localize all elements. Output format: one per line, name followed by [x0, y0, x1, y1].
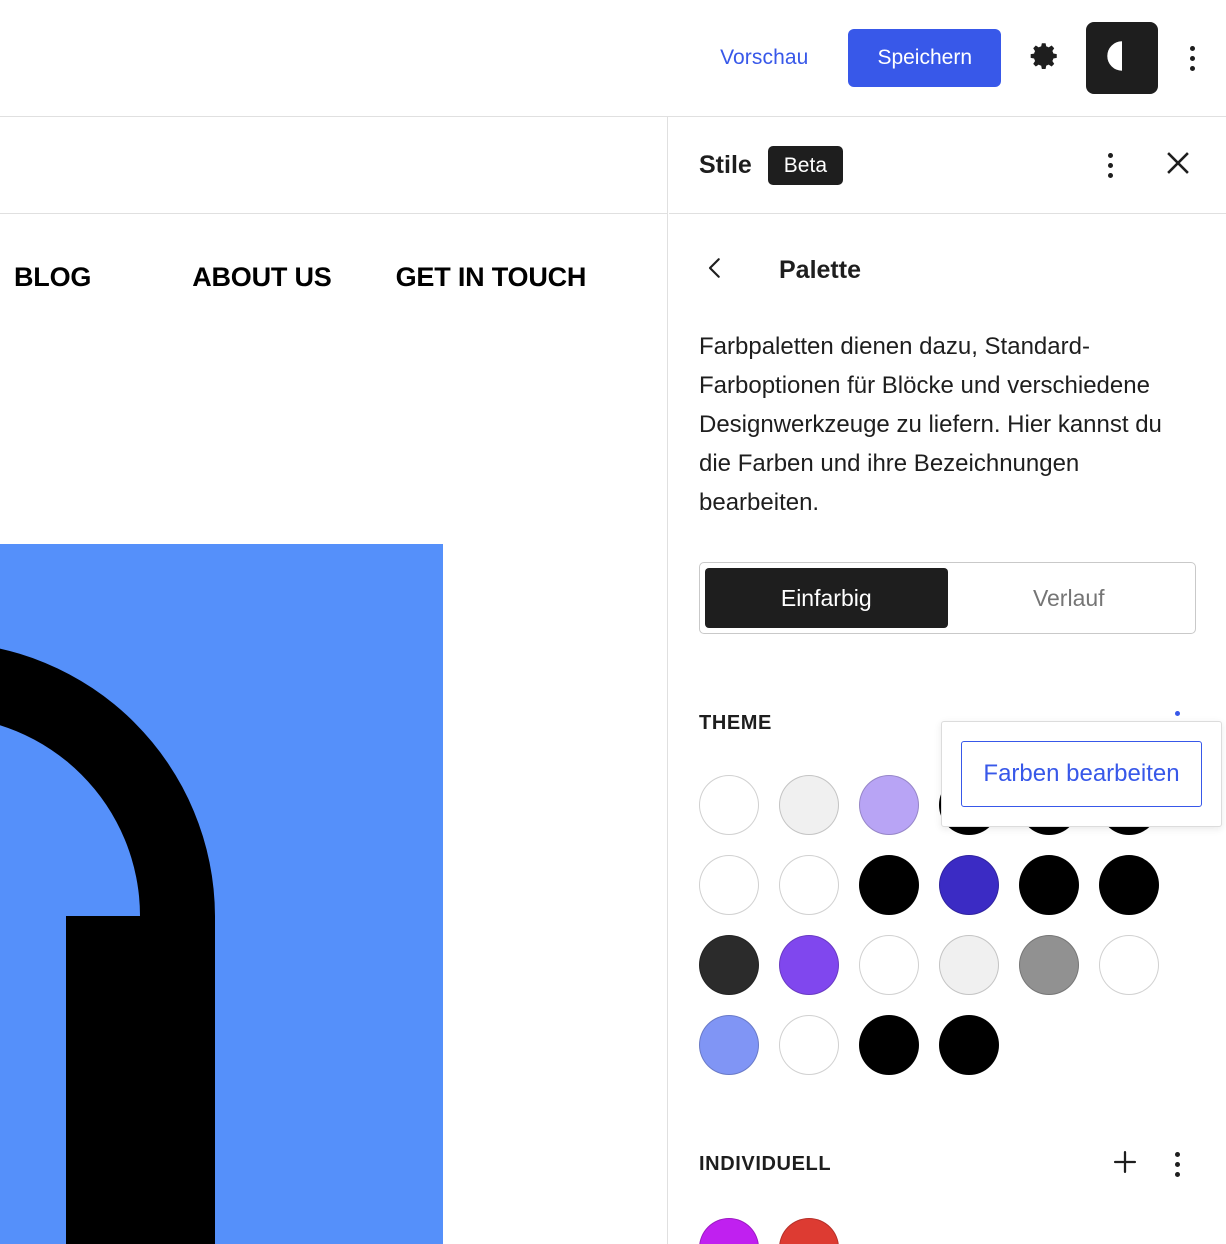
swatch-indigo[interactable]: [939, 855, 999, 916]
preview-button[interactable]: Vorschau: [704, 36, 824, 80]
tab-einfarbig[interactable]: Einfarbig: [705, 568, 948, 629]
nav-link-blog[interactable]: BLOG: [14, 262, 91, 293]
palette-description: Farbpaletten dienen dazu, Standard-Farbo…: [699, 333, 1162, 516]
swatch-magenta[interactable]: [699, 1218, 759, 1244]
swatch-purple[interactable]: [779, 935, 839, 996]
swatch-periwinkle[interactable]: [699, 1015, 759, 1076]
plus-icon: [1108, 1145, 1142, 1184]
top-toolbar: Vorschau Speichern: [0, 0, 1226, 117]
custom-options-button[interactable]: [1154, 1138, 1200, 1190]
swatch-white-6[interactable]: [779, 1015, 839, 1076]
swatch-light-purple[interactable]: [859, 775, 919, 836]
custom-swatch-grid: [699, 1218, 1226, 1244]
sidebar-header: Stile Beta: [669, 117, 1226, 214]
kebab-dot-2: [1107, 162, 1113, 168]
settings-button[interactable]: [1019, 33, 1069, 83]
swatch-red[interactable]: [779, 1218, 839, 1244]
tab-verlauf[interactable]: Verlauf: [948, 568, 1191, 628]
nav-link-about-us[interactable]: ABOUT US: [192, 262, 332, 293]
swatch-black-4[interactable]: [859, 855, 919, 916]
styles-sidebar: Stile Beta Palette Farbpaletten dienen d…: [669, 117, 1226, 1244]
sidebar-more-button[interactable]: [1086, 137, 1134, 193]
nav-link-get-in-touch[interactable]: GET IN TOUCH: [396, 262, 587, 293]
swatch-white-3[interactable]: [779, 855, 839, 916]
kebab-dot-3: [1189, 65, 1195, 71]
kebab-dot-3: [1107, 172, 1113, 178]
sidebar-title: Stile: [699, 150, 752, 179]
add-color-button[interactable]: [1102, 1141, 1148, 1187]
theme-section-title: THEME: [699, 711, 772, 734]
panel-navigation: Palette: [669, 214, 1226, 292]
swatch-white-4[interactable]: [859, 935, 919, 996]
back-button[interactable]: [693, 248, 737, 292]
swatch-off-white[interactable]: [939, 935, 999, 996]
kebab-dot-1: [1189, 45, 1195, 51]
kebab-dot-2: [1174, 1161, 1180, 1167]
kebab-dot-2: [1189, 55, 1195, 61]
custom-section-header: INDIVIDUELL: [699, 1138, 1200, 1190]
kebab-dot-1: [1107, 152, 1113, 158]
chevron-left-icon: [700, 253, 730, 288]
kebab-dot-3: [1174, 1171, 1180, 1177]
edit-colors-popover: Farben bearbeiten: [941, 721, 1222, 827]
close-x-icon: [1161, 146, 1195, 185]
close-sidebar-button[interactable]: [1152, 139, 1204, 191]
beta-badge: Beta: [767, 145, 843, 185]
site-header-strip: [0, 117, 667, 214]
kebab-dot-1: [1174, 1151, 1180, 1157]
swatch-black-5[interactable]: [1019, 855, 1079, 916]
site-navigation: BLOG ABOUT US GET IN TOUCH: [0, 214, 667, 293]
custom-section-title: INDIVIDUELL: [699, 1152, 832, 1175]
kebab-dot-1: [1174, 710, 1180, 716]
swatch-black-7[interactable]: [859, 1015, 919, 1076]
swatch-light-gray[interactable]: [779, 775, 839, 836]
page-title: Palette: [779, 255, 861, 284]
swatch-black-6[interactable]: [1099, 855, 1159, 916]
gear-icon: [1027, 39, 1061, 78]
swatch-dark-gray[interactable]: [699, 935, 759, 996]
swatch-mid-gray[interactable]: [1019, 935, 1079, 996]
save-button[interactable]: Speichern: [848, 29, 1001, 87]
hero-image-block[interactable]: [0, 544, 443, 1244]
contrast-half-circle-icon: [1101, 35, 1143, 82]
more-options-button[interactable]: [1170, 30, 1214, 86]
edit-colors-button[interactable]: Farben bearbeiten: [961, 741, 1202, 807]
swatch-white-1[interactable]: [699, 775, 759, 836]
swatch-white-5[interactable]: [1099, 935, 1159, 996]
swatch-white-2[interactable]: [699, 855, 759, 916]
swatch-black-8[interactable]: [939, 1015, 999, 1076]
styles-button[interactable]: [1086, 22, 1158, 94]
editor-canvas[interactable]: BLOG ABOUT US GET IN TOUCH: [0, 117, 668, 1244]
hero-arc-graphic: [0, 648, 215, 1244]
palette-type-toggle: Einfarbig Verlauf: [699, 562, 1196, 635]
